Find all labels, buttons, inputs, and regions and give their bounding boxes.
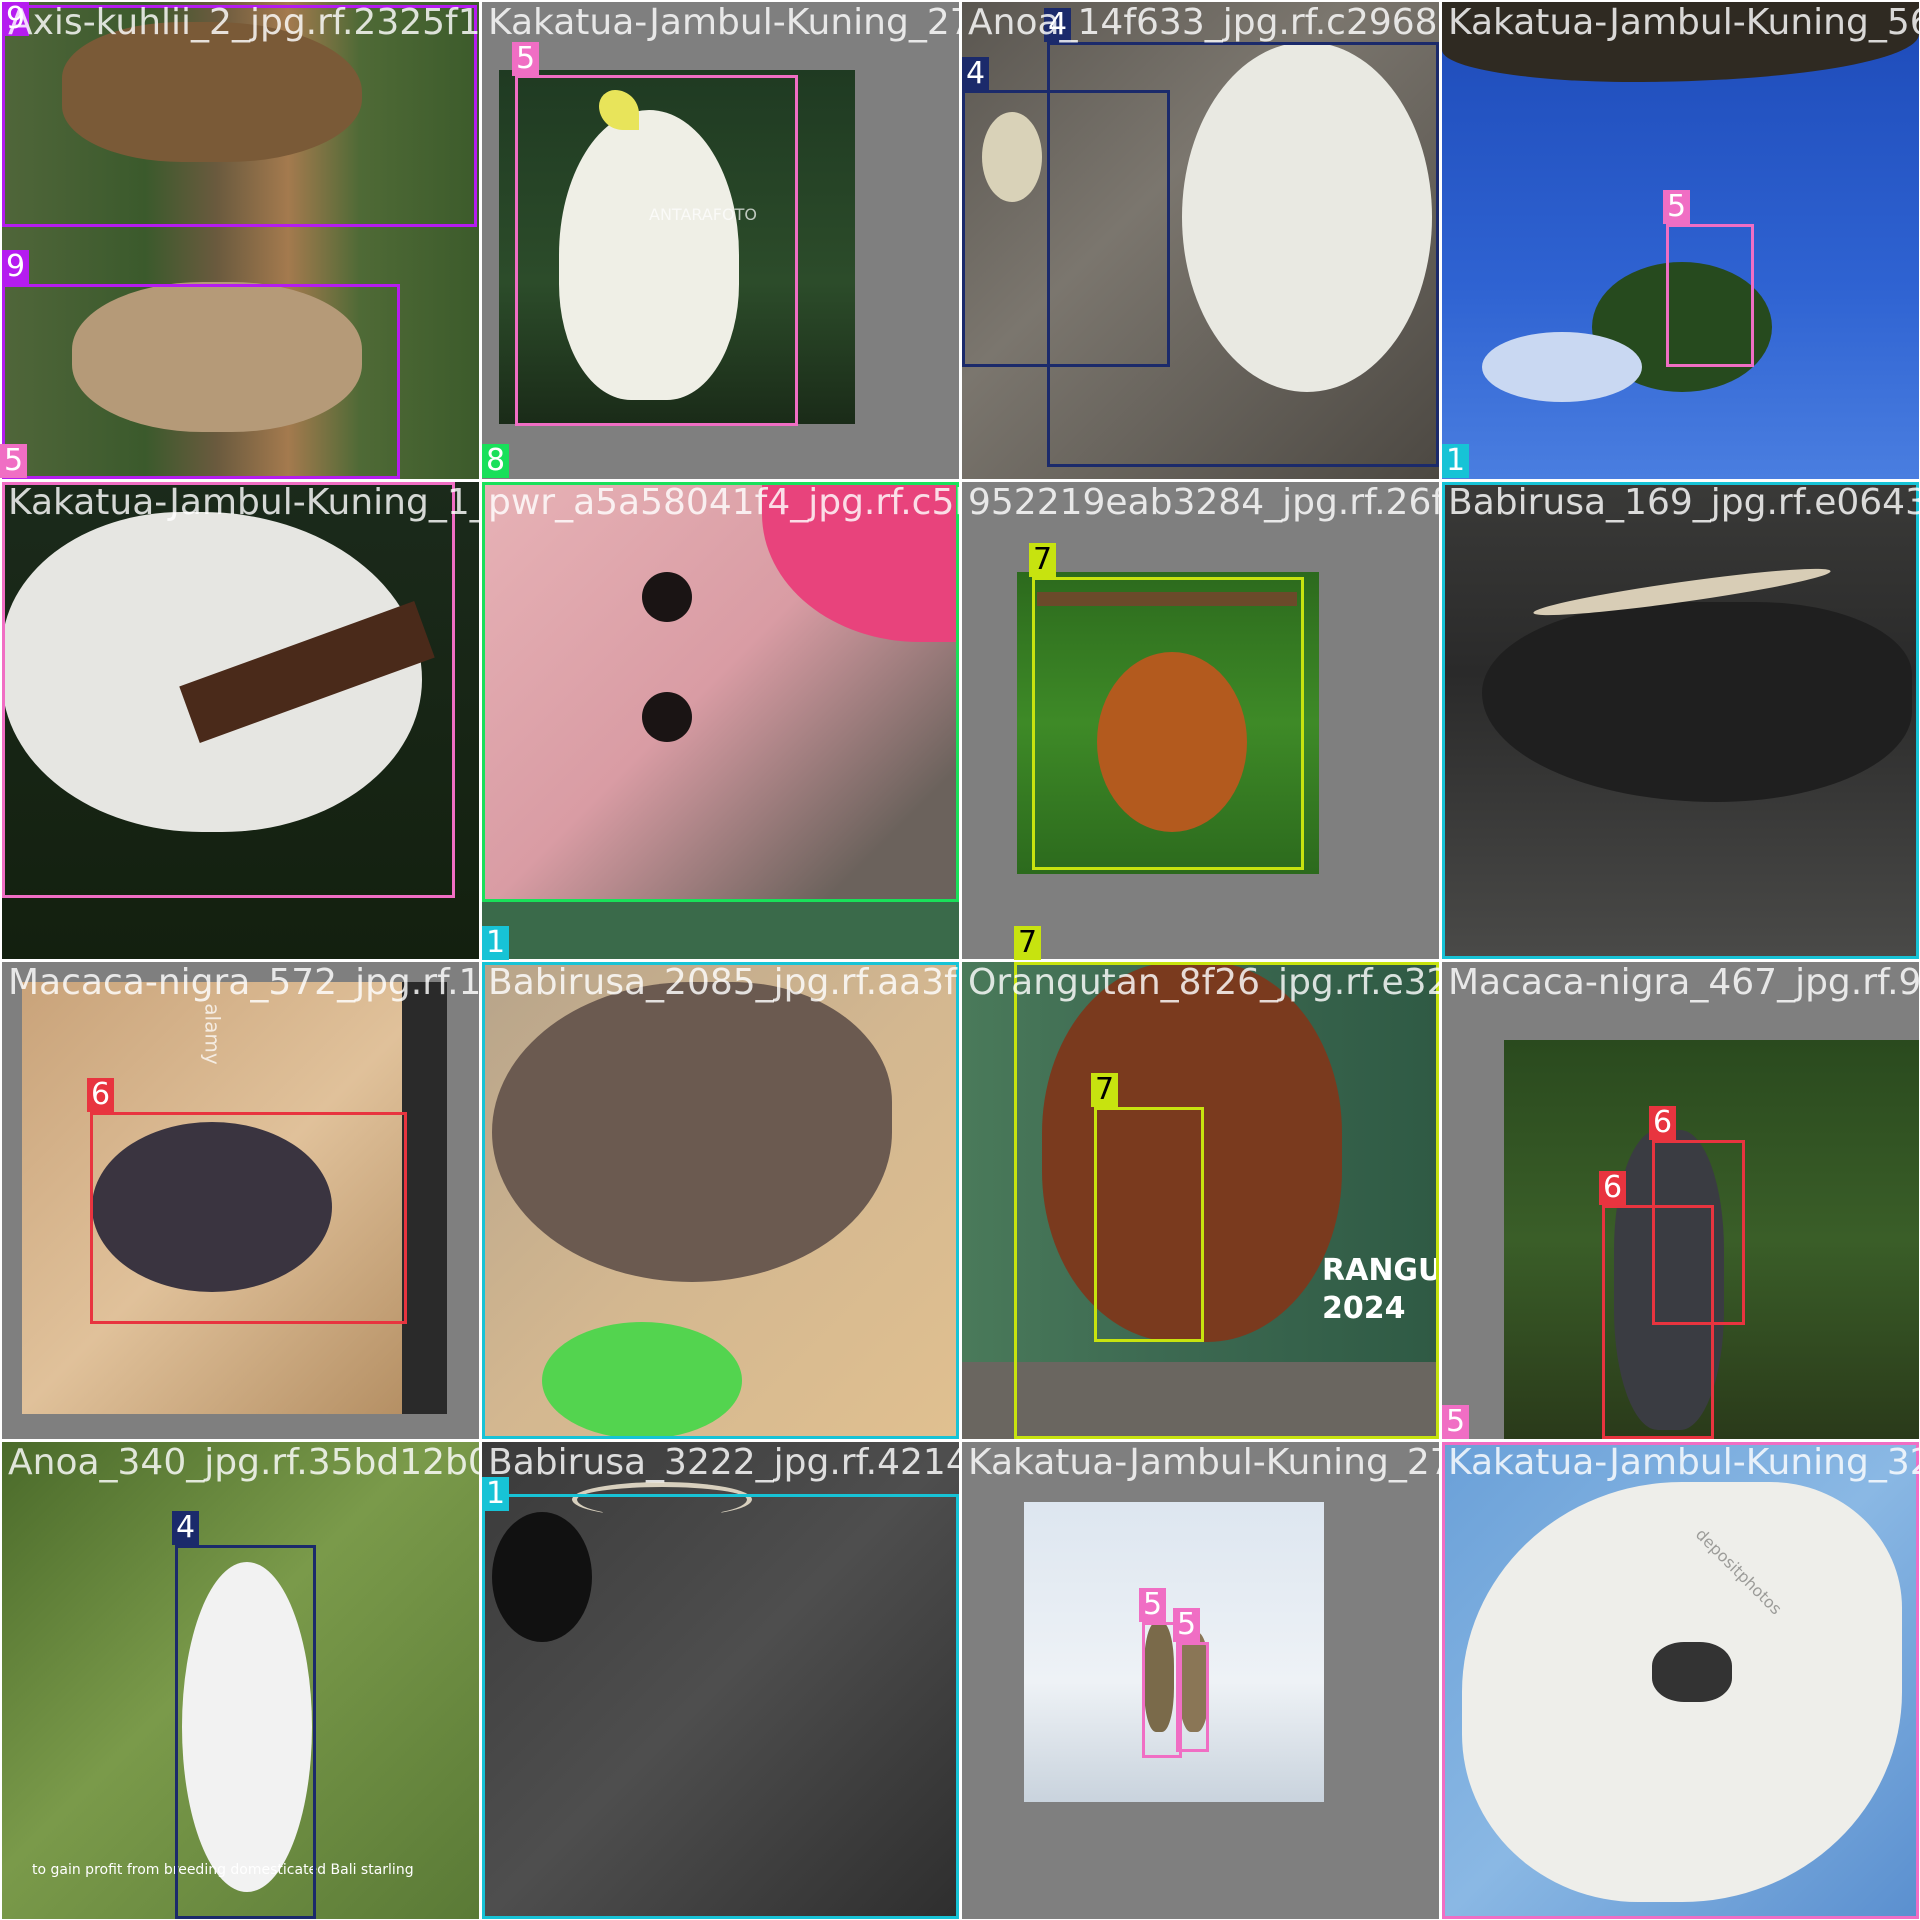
tile-anoa-14f: Anoa_14f633_jpg.rf.c29681f90d 4 4: [962, 2, 1439, 479]
stray-class-label: 5: [0, 444, 28, 478]
detection-box: [1666, 224, 1754, 367]
detection-box: [1014, 962, 1439, 1439]
detection-box: [1047, 42, 1439, 467]
detection-box: [482, 482, 959, 902]
class-label: 5: [1173, 1608, 1201, 1642]
class-label: 5: [1663, 190, 1691, 224]
stray-class-label: 5: [1442, 1405, 1470, 1439]
tile-filename: Kakatua-Jambul-Kuning_277_jpg.rf.a3af: [968, 1442, 1439, 1483]
detection-box: [1602, 1205, 1714, 1439]
tile-filename: Macaca-nigra_467_jpg.rf.9d: [1448, 962, 1919, 1003]
detection-box: [1032, 577, 1304, 870]
class-label: 9: [2, 2, 30, 36]
class-label: 5: [1139, 1588, 1167, 1622]
detection-box: [1442, 482, 1919, 959]
detection-box: [1176, 1642, 1209, 1752]
class-label: 7: [1091, 1073, 1119, 1107]
tile-kakatua-56: Kakatua-Jambul-Kuning_56 5: [1442, 2, 1919, 479]
stray-class-label: 7: [1014, 926, 1042, 960]
class-label: 1: [482, 1477, 510, 1511]
class-label: 5: [512, 42, 540, 76]
tile-anoa-340: to gain profit from breeding domesticate…: [2, 1442, 479, 1919]
class-label: 4: [962, 57, 990, 91]
detection-box: [2, 482, 455, 898]
class-label: 6: [87, 1078, 115, 1112]
tile-kakatua-1: Kakatua-Jambul-Kuning_1_jpg.rf.a5a58041f…: [2, 482, 479, 959]
detection-box: [2, 284, 400, 479]
detection-box: [1442, 1442, 1919, 1919]
tile-macaca-572: alamy Macaca-nigra_572_jpg.rf.1906 6: [2, 962, 479, 1439]
detection-box: [482, 1494, 959, 1919]
detection-box: [1094, 1107, 1204, 1342]
tile-babirusa-169: Babirusa_169_jpg.rf.e06439: [1442, 482, 1919, 959]
tile-babirusa-3222: Babirusa_3222_jpg.rf.4214f3c6 1: [482, 1442, 959, 1919]
class-label: 4: [1044, 8, 1072, 42]
class-label: 6: [1599, 1171, 1627, 1205]
stray-class-label: 8: [482, 444, 510, 478]
detection-box: [175, 1545, 316, 1919]
class-label: 4: [172, 1511, 200, 1545]
stray-class-label: 1: [482, 926, 510, 960]
detection-box: [90, 1112, 407, 1324]
tile-babirusa-2085: Babirusa_2085_jpg.rf.aa3f: [482, 962, 959, 1439]
tile-pwr: pwr_a5a58041f4_jpg.rf.c5bca: [482, 482, 959, 959]
tile-kakatua-277: Kakatua-Jambul-Kuning_277_jpg.rf.a3af 5 …: [962, 1442, 1439, 1919]
tile-axis-kuhlii: Axis-kuhlii_2_jpg.rf.2325f18533f0b6b85c7…: [2, 2, 479, 479]
tile-orangutan-8f26: RANGUTAN 2024 Orangutan_8f26_jpg.rf.e320…: [962, 962, 1439, 1439]
mosaic-grid: Axis-kuhlii_2_jpg.rf.2325f18533f0b6b85c7…: [0, 0, 1920, 1920]
stray-class-label: 1: [1442, 444, 1470, 478]
tile-952219: 952219eab3284_jpg.rf.26ffa3 7: [962, 482, 1439, 959]
tile-kakatua-32: depositphotos Kakatua-Jambul-Kuning_32: [1442, 1442, 1919, 1919]
tile-filename: Kakatua-Jambul-Kuning_279_jpg.rf.c29681f…: [488, 2, 959, 43]
detection-box: [482, 962, 959, 1439]
tile-kakatua-279: ANTARAFOTO Kakatua-Jambul-Kuning_279_jpg…: [482, 2, 959, 479]
class-label: 9: [2, 250, 30, 284]
detection-box: [515, 75, 798, 426]
class-label: 7: [1029, 543, 1057, 577]
watermark-alamy: alamy: [200, 1003, 225, 1065]
tile-filename: 952219eab3284_jpg.rf.26ffa3: [968, 482, 1439, 523]
detection-box: [2, 5, 477, 227]
tile-macaca-467: Macaca-nigra_467_jpg.rf.9d 6 6: [1442, 962, 1919, 1439]
class-label: 6: [1649, 1106, 1677, 1140]
